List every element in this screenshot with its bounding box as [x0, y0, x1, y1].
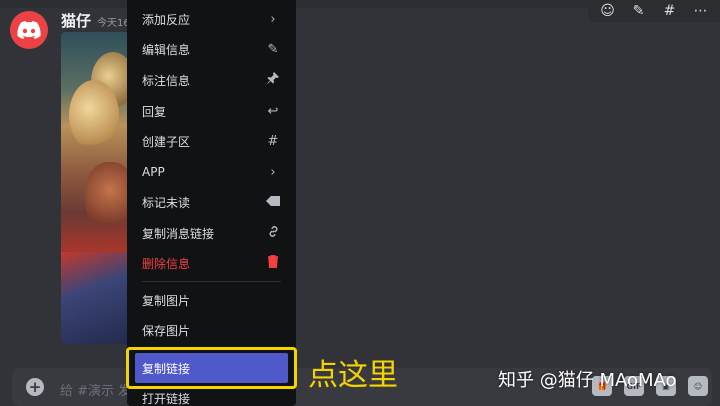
more-icon[interactable]: ⋯: [690, 1, 712, 21]
menu-item-create-thread[interactable]: 创建子区 #: [135, 127, 288, 155]
discord-logo-icon: [17, 21, 41, 39]
menu-item-copy-message-link[interactable]: 复制消息链接: [135, 219, 288, 247]
thread-icon: #: [267, 133, 279, 149]
emoji-icon[interactable]: ☺: [688, 376, 708, 396]
add-attachment-icon[interactable]: +: [26, 378, 44, 396]
menu-item-pin-message[interactable]: 标注信息: [135, 66, 288, 94]
pencil-icon: ✎: [267, 41, 279, 57]
trash-icon: [265, 254, 281, 272]
add-reaction-icon[interactable]: ☺: [597, 1, 619, 21]
message-timestamp: 今天16: [97, 18, 130, 29]
mark-unread-icon: [265, 195, 281, 210]
menu-divider: [142, 281, 281, 282]
thread-icon[interactable]: #: [659, 1, 681, 21]
menu-item-apps[interactable]: APP ›: [135, 158, 288, 186]
callout-text: 点这里: [308, 358, 398, 393]
watermark: 知乎 @猫仔 MAoMAo: [498, 370, 677, 391]
message-input[interactable]: 给 #演示 发: [60, 380, 131, 399]
reply-icon: ↩: [267, 103, 279, 119]
menu-item-add-reaction[interactable]: 添加反应 ›: [135, 5, 288, 33]
menu-item-delete-message[interactable]: 删除信息: [135, 249, 288, 277]
pin-icon: [265, 72, 281, 88]
chevron-right-icon: ›: [270, 11, 276, 27]
menu-item-copy-image[interactable]: 复制图片: [135, 286, 288, 314]
context-menu: 添加反应 › 编辑信息 ✎ 标注信息 回复 ↩ 创建子区 # APP › 标记未…: [127, 0, 296, 406]
pencil-icon[interactable]: ✎: [628, 1, 650, 21]
menu-item-mark-unread[interactable]: 标记未读: [135, 188, 288, 216]
link-icon: [265, 225, 281, 242]
menu-item-edit-message[interactable]: 编辑信息 ✎: [135, 35, 288, 63]
message-image[interactable]: [61, 32, 131, 344]
highlight-box: [126, 347, 297, 389]
message-username[interactable]: 猫仔: [61, 10, 91, 31]
menu-item-save-image[interactable]: 保存图片: [135, 316, 288, 344]
message-toolbar: ☺ ✎ # ⋯: [588, 0, 720, 22]
chevron-right-icon: ›: [270, 164, 276, 180]
avatar[interactable]: [10, 11, 48, 49]
menu-item-reply[interactable]: 回复 ↩: [135, 97, 288, 125]
